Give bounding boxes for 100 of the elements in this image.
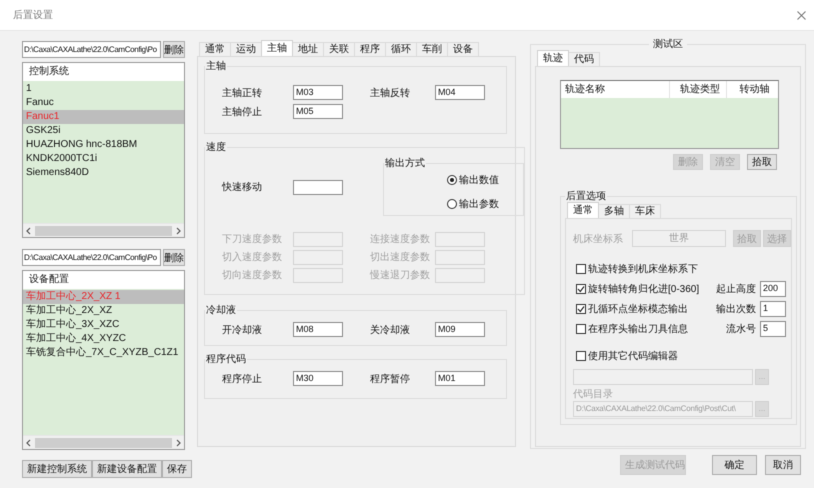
- field-label: 输出次数: [716, 302, 756, 316]
- close-button[interactable]: [797, 10, 806, 20]
- input-field[interactable]: [293, 180, 343, 194]
- checkbox-label: 旋转轴转角归化进[0-360]: [588, 282, 700, 296]
- group-title: 输出方式: [384, 156, 426, 170]
- horizontal-scrollbar[interactable]: [23, 223, 184, 237]
- list-item[interactable]: 1: [23, 82, 184, 96]
- group-title: 速度: [205, 140, 227, 154]
- action-button[interactable]: 拾取: [747, 154, 777, 170]
- checkbox-label: 轨迹转换到机床坐标系下: [588, 262, 699, 276]
- scroll-right-icon: [176, 438, 181, 446]
- list-item[interactable]: 车加工中心_2X_XZ: [23, 304, 184, 318]
- list-item[interactable]: KNDK2000TC1i: [23, 152, 184, 166]
- list-item[interactable]: Siemens840D: [23, 166, 184, 180]
- tab[interactable]: 车床: [629, 204, 661, 218]
- list-item[interactable]: GSK25i: [23, 124, 184, 138]
- field-label: 起止高度: [716, 282, 756, 296]
- input-field[interactable]: 200: [760, 281, 786, 297]
- scroll-left-icon: [26, 438, 31, 446]
- radio-label: 输出数值: [459, 174, 499, 187]
- list-item[interactable]: 车铣复合中心_7X_C_XYZB_C1Z1: [23, 346, 184, 360]
- list-item[interactable]: 车加工中心_4X_XYZC: [23, 332, 184, 346]
- tab[interactable]: 地址: [292, 42, 324, 56]
- list-item[interactable]: 车加工中心_3X_XZC: [23, 318, 184, 332]
- field-label: 切向速度参数: [222, 268, 283, 282]
- action-button[interactable]: 取消: [765, 455, 801, 475]
- tab[interactable]: 设备: [447, 42, 479, 56]
- field-label: 慢速退刀参数: [370, 268, 431, 282]
- checkbox[interactable]: [576, 264, 586, 274]
- tab[interactable]: 循环: [385, 42, 417, 56]
- group-title: 测试区: [652, 38, 684, 51]
- tab[interactable]: 多轴: [598, 204, 630, 218]
- radio-button[interactable]: [447, 199, 457, 209]
- tab[interactable]: 主轴: [261, 40, 293, 56]
- checkbox[interactable]: [576, 351, 586, 361]
- field-label: 切出速度参数: [370, 250, 431, 264]
- field-label: 程序停止: [222, 372, 263, 386]
- field-label: 关冷却液: [370, 324, 411, 336]
- field-label: 主轴停止: [222, 106, 263, 118]
- radio-button[interactable]: [447, 175, 457, 185]
- group-title: 冷却液: [205, 304, 237, 317]
- group-title: 主轴: [205, 60, 227, 73]
- checkbox-label: 使用其它代码编辑器: [588, 350, 679, 363]
- field-label: 主轴正转: [222, 86, 263, 100]
- checkbox[interactable]: [576, 324, 586, 334]
- tab[interactable]: 代码: [568, 52, 600, 66]
- tab[interactable]: 关联: [323, 42, 355, 56]
- path-field[interactable]: D:\Caxa\CAXALathe\22.0\CamConfig\Po: [22, 249, 161, 266]
- field-label: 代码目录: [573, 389, 614, 401]
- tab[interactable]: 通常: [199, 42, 231, 56]
- input-field[interactable]: M03: [293, 85, 343, 100]
- column-header[interactable]: 轨迹名称: [561, 81, 669, 98]
- path-field[interactable]: D:\Caxa\CAXALathe\22.0\CamConfig\Po: [22, 41, 161, 58]
- check-icon: [577, 305, 585, 313]
- check-icon: [577, 285, 585, 293]
- input-field[interactable]: M05: [293, 104, 343, 119]
- tab[interactable]: 通常: [567, 202, 599, 218]
- action-button[interactable]: 保存: [162, 460, 192, 478]
- field-label: 流水号: [726, 322, 756, 336]
- field-label: 连接速度参数: [370, 232, 431, 246]
- checkbox-label: 在程序头输出刀具信息: [588, 322, 689, 336]
- field-label: 开冷却液: [222, 324, 263, 336]
- field-label: 主轴反转: [370, 86, 411, 100]
- tab[interactable]: 车削: [416, 42, 448, 56]
- scroll-left-icon: [26, 226, 31, 234]
- action-button[interactable]: 确定: [712, 455, 757, 475]
- field-label: 机床坐标系: [573, 232, 623, 246]
- input-field[interactable]: M08: [293, 322, 343, 337]
- tab[interactable]: 程序: [354, 42, 386, 56]
- field-label: 程序暂停: [370, 372, 411, 386]
- input-field[interactable]: M09: [435, 322, 485, 337]
- column-header[interactable]: 转动轴: [726, 81, 778, 98]
- field-label: 快速移动: [222, 180, 263, 194]
- input-field[interactable]: 5: [760, 321, 786, 337]
- window-title: 后置设置: [13, 8, 53, 22]
- tab[interactable]: 轨迹: [537, 50, 569, 66]
- input-field[interactable]: 1: [760, 301, 786, 317]
- tab[interactable]: 运动: [230, 42, 262, 56]
- radio-label: 输出参数: [459, 198, 499, 211]
- group-title: 后置选项: [565, 190, 607, 203]
- delete-button[interactable]: 删除: [163, 41, 185, 58]
- input-field[interactable]: M01: [435, 371, 485, 386]
- input-field[interactable]: M30: [293, 371, 343, 386]
- action-button[interactable]: 新建设备配置: [92, 460, 162, 478]
- list-item[interactable]: Fanuc: [23, 96, 184, 110]
- list-header: 控制系统: [23, 63, 184, 81]
- column-header[interactable]: 轨迹类型: [669, 81, 726, 98]
- list-header: 设备配置: [23, 271, 184, 289]
- action-button[interactable]: 新建控制系统: [22, 460, 92, 478]
- delete-button[interactable]: 删除: [163, 249, 185, 266]
- horizontal-scrollbar[interactable]: [23, 435, 184, 449]
- scroll-right-icon: [176, 226, 181, 234]
- group-title: 程序代码: [205, 352, 247, 366]
- checkbox[interactable]: [576, 284, 586, 294]
- list-item[interactable]: HUAZHONG hnc-818BM: [23, 138, 184, 152]
- close-icon: [797, 10, 806, 20]
- checkbox-label: 孔循环点坐标模态输出: [588, 302, 689, 316]
- checkbox[interactable]: [576, 304, 586, 314]
- field-label: 切入速度参数: [222, 250, 283, 264]
- input-field[interactable]: M04: [435, 85, 485, 100]
